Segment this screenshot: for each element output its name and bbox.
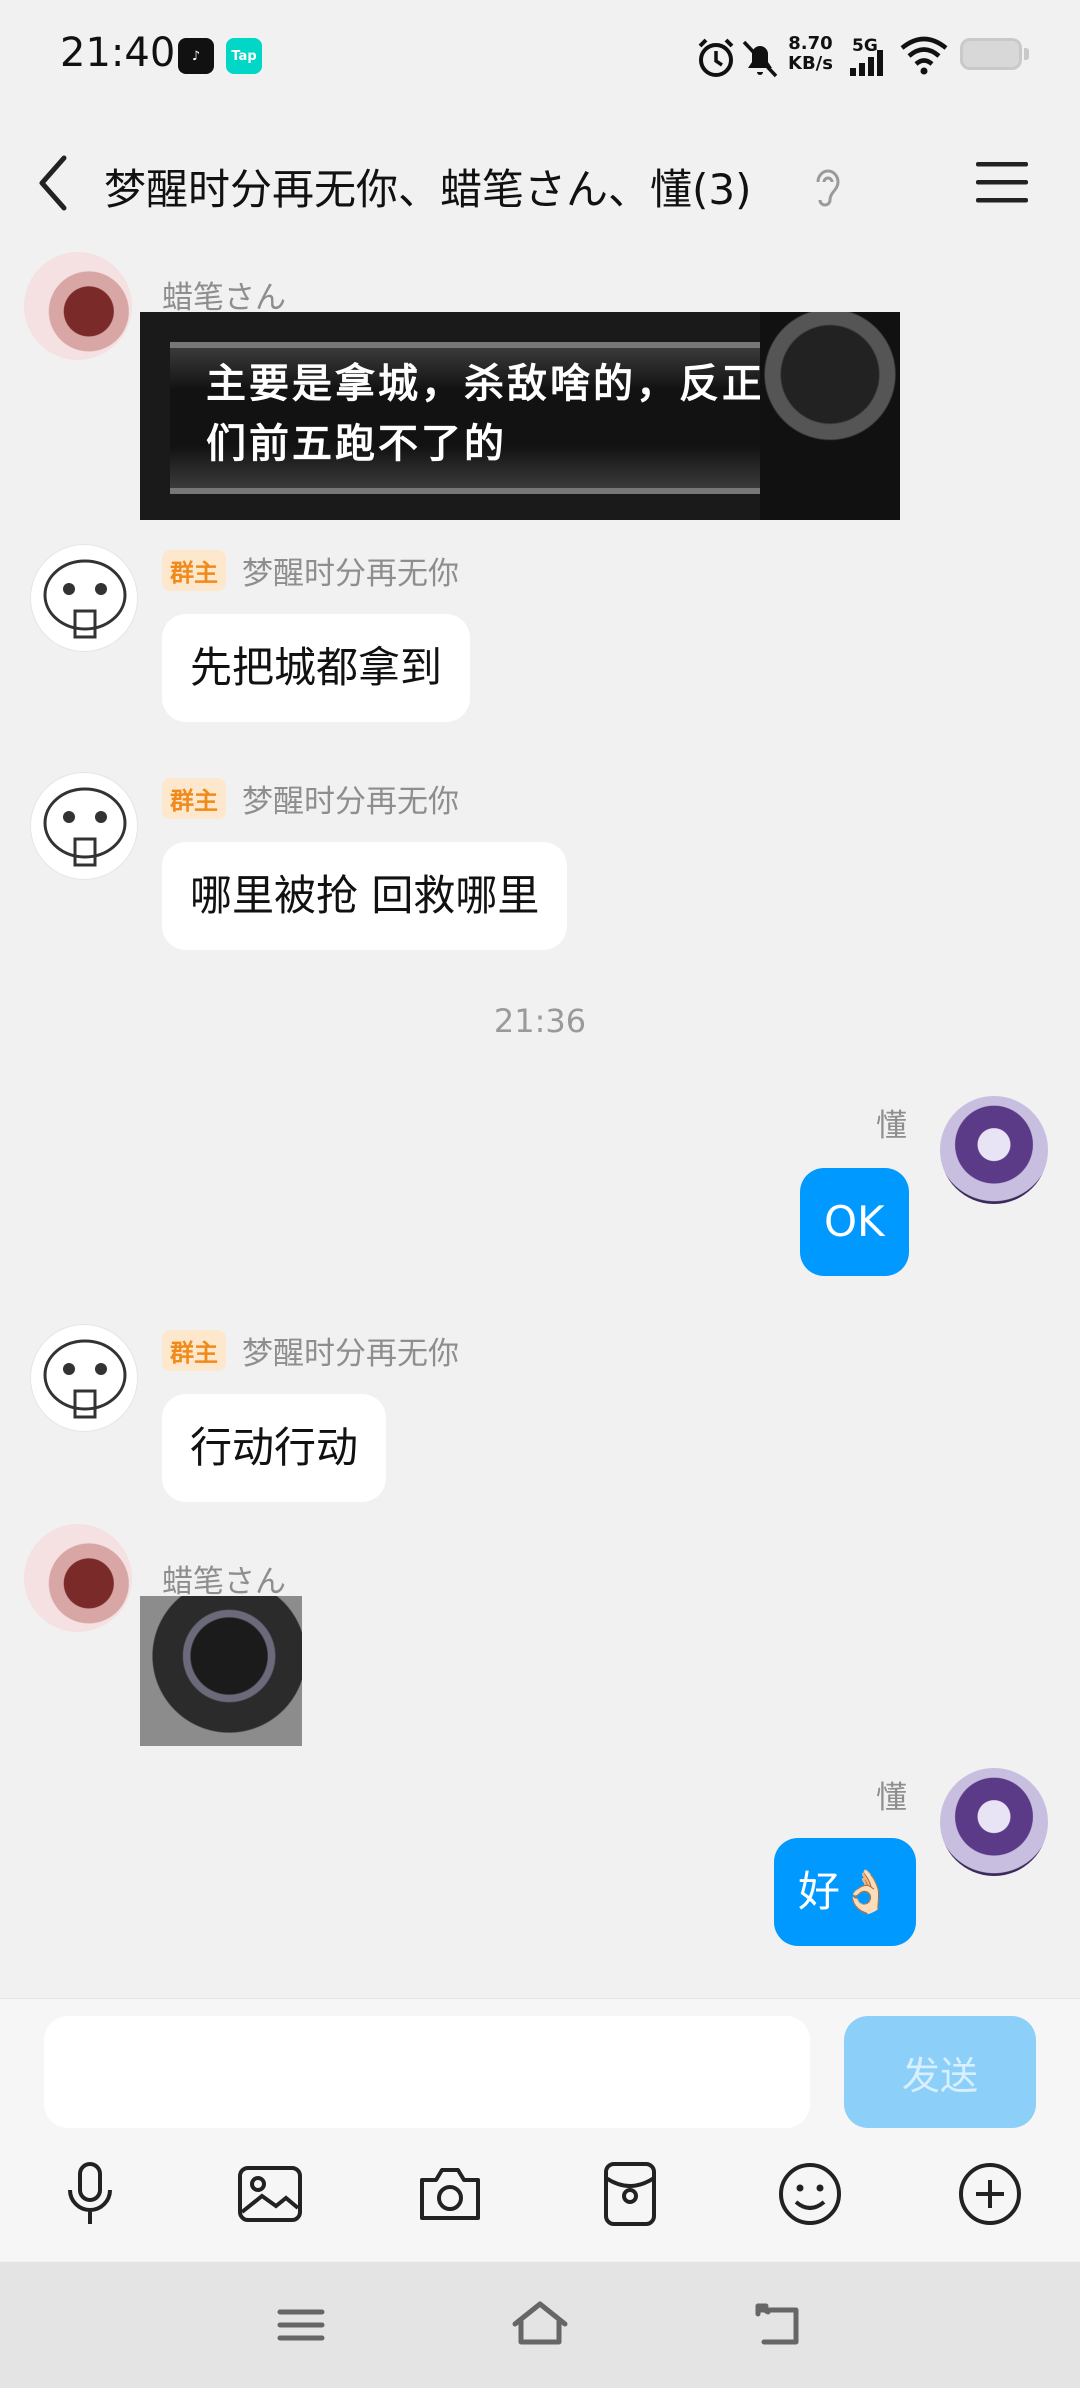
microphone-icon[interactable] (54, 2158, 126, 2230)
sticker-message[interactable]: 主要是拿城，杀敌啥的，反正咱们前五跑不了的 (140, 312, 900, 520)
emoji-icon[interactable] (774, 2158, 846, 2230)
camera-icon[interactable] (414, 2158, 486, 2230)
avatar[interactable] (30, 772, 138, 880)
sender-name: 懂 (876, 1780, 907, 1816)
doodle-face-icon (43, 559, 127, 639)
message-input[interactable] (44, 2016, 810, 2128)
alarm-icon (698, 38, 734, 77)
avatar[interactable] (940, 1768, 1048, 1876)
mute-bell-icon (742, 40, 778, 78)
owner-badge: 群主 (162, 550, 226, 591)
sender-name: 蜡笔さん (162, 280, 286, 316)
message-bubble[interactable]: OK (800, 1168, 909, 1276)
battery-icon (960, 38, 1022, 70)
sender-name: 蜡笔さん (162, 1564, 286, 1600)
timestamp: 21:36 (493, 1002, 587, 1040)
owner-badge: 群主 (162, 778, 226, 819)
message-bubble[interactable]: 好👌🏻 (774, 1838, 917, 1946)
back-nav-icon[interactable] (744, 2290, 814, 2360)
send-button[interactable]: 发送 (844, 2016, 1036, 2128)
tiktok-icon: ♪ (178, 38, 214, 74)
plus-icon[interactable] (954, 2158, 1026, 2230)
sender-name: 懂 (876, 1108, 907, 1144)
back-icon[interactable] (30, 150, 80, 216)
network-speed: 8.70 KB/s (788, 33, 833, 74)
avatar[interactable] (30, 544, 138, 652)
owner-badge: 群主 (162, 1330, 226, 1371)
signal-icon (850, 50, 883, 76)
home-icon[interactable] (505, 2290, 575, 2360)
wifi-icon (900, 36, 948, 75)
ear-icon[interactable] (810, 162, 844, 208)
sticker-figure (760, 312, 900, 520)
sender-name: 梦醒时分再无你 (242, 556, 459, 592)
doodle-face-icon (43, 787, 127, 867)
sticker-message[interactable] (140, 1596, 302, 1746)
image-icon[interactable] (234, 2158, 306, 2230)
avatar[interactable] (940, 1096, 1048, 1204)
doodle-face-icon (43, 1339, 127, 1419)
tap-icon: Tap (226, 38, 262, 74)
status-time: 21:40 (60, 30, 176, 76)
sender-name: 梦醒时分再无你 (242, 1336, 459, 1372)
avatar[interactable] (24, 252, 132, 360)
menu-icon[interactable] (974, 158, 1030, 208)
sticker-text: 主要是拿城，杀敌啥的，反正咱们前五跑不了的 (206, 361, 808, 467)
sender-name: 梦醒时分再无你 (242, 784, 459, 820)
avatar[interactable] (30, 1324, 138, 1432)
message-bubble[interactable]: 行动行动 (162, 1394, 387, 1502)
red-packet-icon[interactable] (594, 2158, 666, 2230)
message-bubble[interactable]: 先把城都拿到 (162, 614, 471, 722)
recents-icon[interactable] (266, 2290, 336, 2360)
chat-title: 梦醒时分再无你、蜡笔さん、懂(3) (104, 165, 752, 214)
message-bubble[interactable]: 哪里被抢 回救哪里 (162, 842, 568, 950)
battery-nub (1024, 48, 1029, 60)
avatar[interactable] (24, 1524, 132, 1632)
